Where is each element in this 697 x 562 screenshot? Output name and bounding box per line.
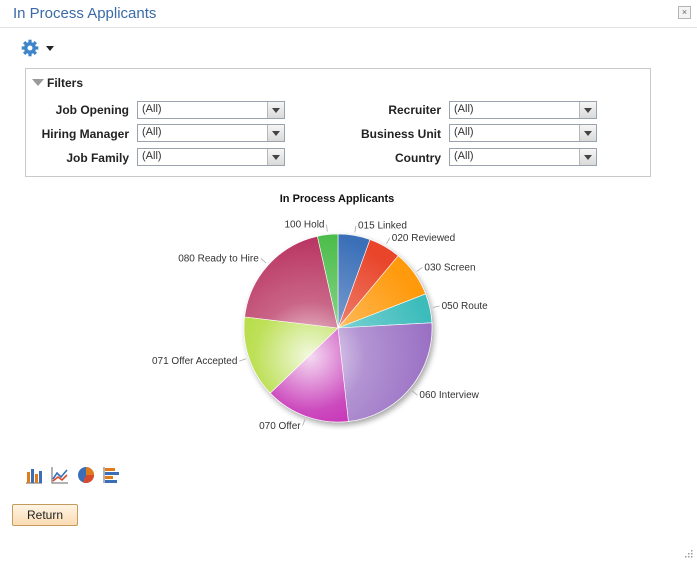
slice-label: 050 Route <box>442 301 489 312</box>
pie-chart-icon[interactable] <box>77 466 95 484</box>
pie-slice[interactable] <box>337 322 433 422</box>
slice-leader-line <box>326 224 328 232</box>
slice-label: 080 Ready to Hire <box>178 253 259 264</box>
slice-leader-line <box>354 225 357 233</box>
slice-leader-line <box>411 390 418 396</box>
slice-label: 020 Reviewed <box>392 233 455 244</box>
line-chart-icon[interactable] <box>51 466 69 484</box>
slice-leader-line <box>385 237 391 245</box>
horizontal-bar-chart-icon[interactable] <box>103 466 121 484</box>
slice-label: 060 Interview <box>419 390 479 401</box>
slice-label: 015 Linked <box>358 221 407 232</box>
slice-leader-line <box>302 419 306 426</box>
slice-leader-line <box>432 305 440 308</box>
slice-leader-line <box>416 266 423 272</box>
resize-grip-icon[interactable] <box>683 548 693 558</box>
bar-chart-icon[interactable] <box>25 466 43 484</box>
slice-leader-line <box>260 258 267 264</box>
slice-label: 030 Screen <box>424 262 475 273</box>
slice-label: 071 Offer Accepted <box>152 356 237 367</box>
return-button[interactable]: Return <box>12 504 78 526</box>
slice-label: 070 Offer <box>259 421 301 432</box>
slice-label: 100 Hold <box>284 220 324 231</box>
slice-leader-line <box>239 358 247 362</box>
